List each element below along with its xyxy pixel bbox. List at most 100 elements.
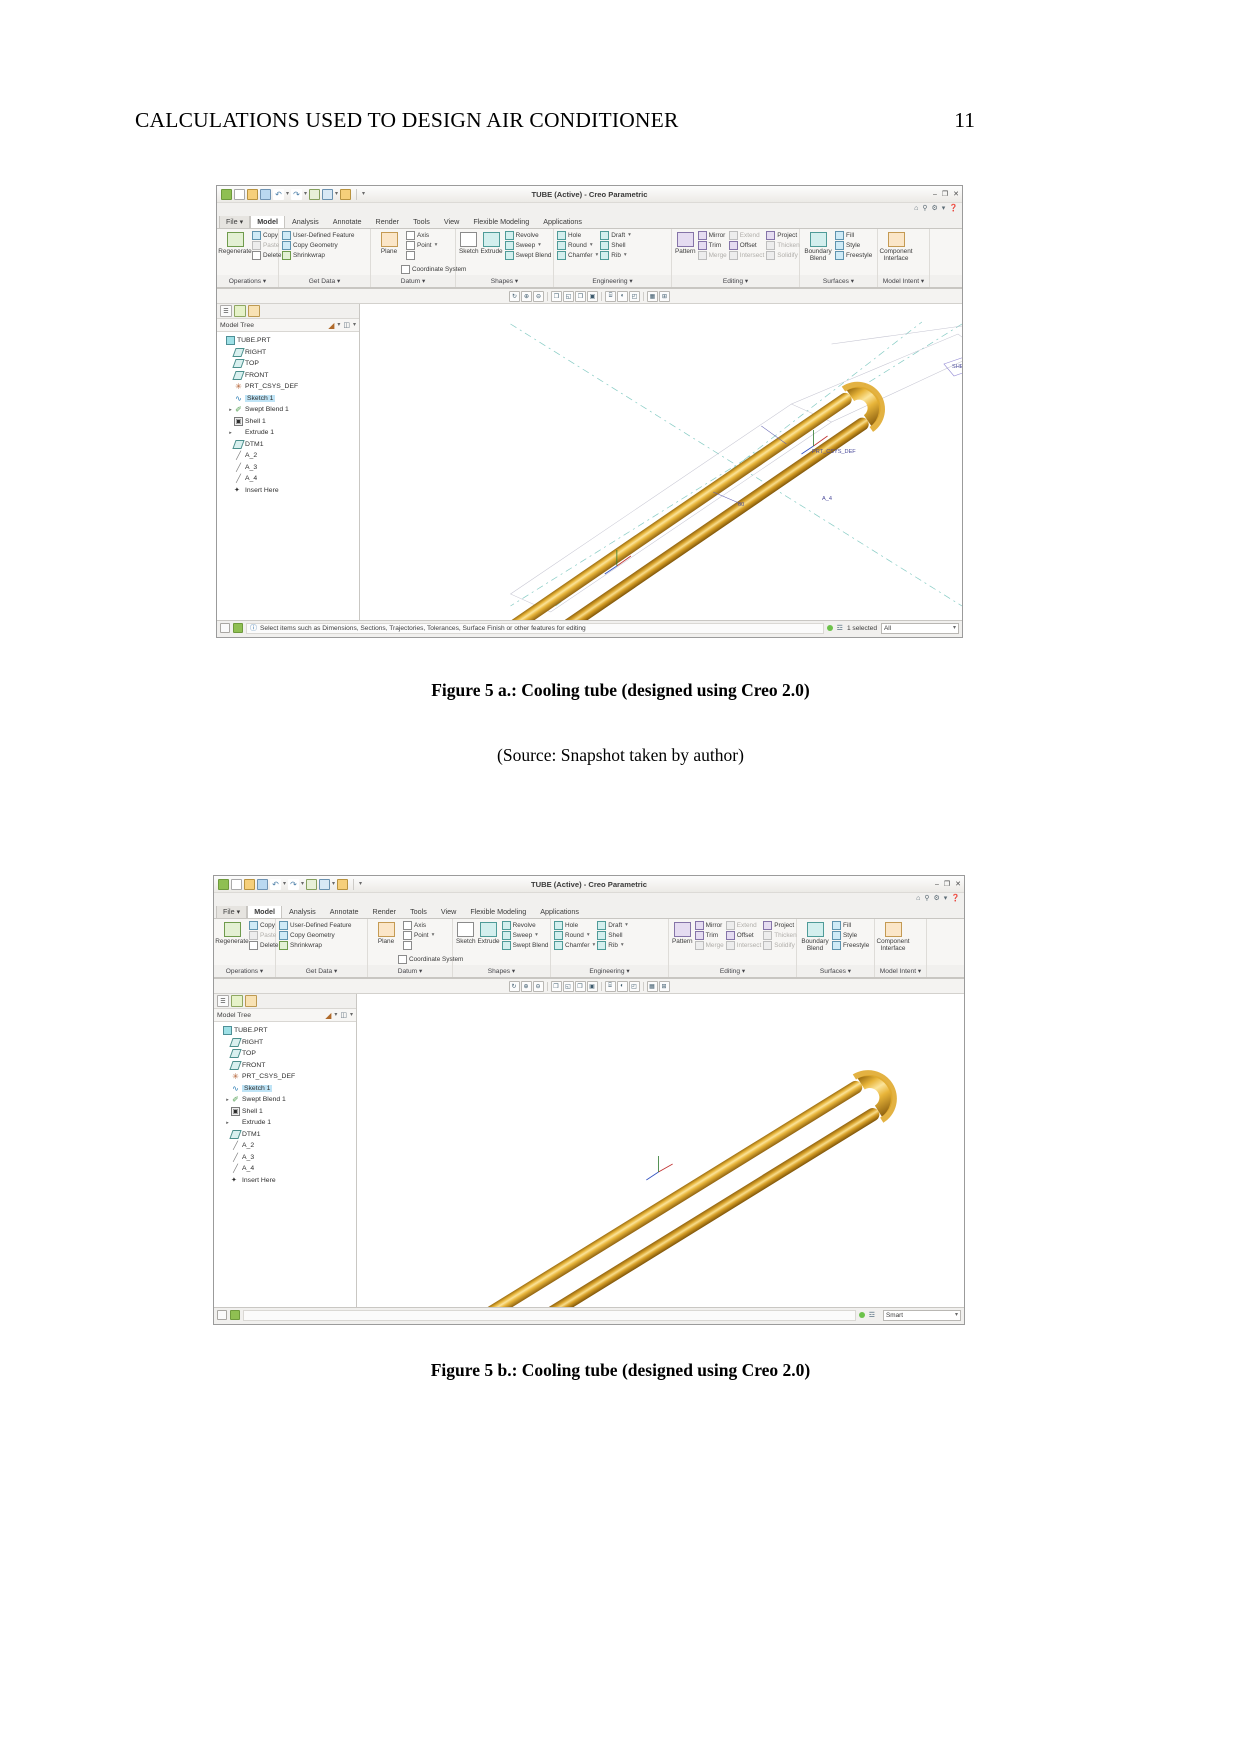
close-icon[interactable]: ✕	[953, 190, 959, 198]
chevron-down-icon[interactable]: ▾	[621, 941, 624, 950]
project-button[interactable]: Project	[763, 921, 796, 930]
chevron-down-icon[interactable]: ▾	[942, 204, 946, 212]
ribbon-group-label[interactable]: Editing ▾	[669, 965, 797, 977]
tab-tools[interactable]: Tools	[403, 904, 434, 918]
undo-chevron-down-icon[interactable]: ▾	[283, 881, 286, 887]
zoom-out-icon[interactable]: ⊖	[532, 980, 544, 992]
copy-geometry-button[interactable]: Copy Geometry	[282, 241, 354, 250]
restore-icon[interactable]: ❐	[942, 190, 948, 198]
tab-flexible-modeling[interactable]: Flexible Modeling	[463, 904, 533, 918]
help-icon[interactable]: ❓	[949, 204, 958, 212]
help-icon[interactable]: ❓	[951, 894, 960, 902]
model-tree-icon[interactable]: ☰	[217, 995, 229, 1007]
layer-display-icon[interactable]: ❐	[574, 980, 586, 992]
swept-blend-button[interactable]: Swept Blend	[501, 941, 548, 950]
saved-views-icon[interactable]: ▣	[586, 980, 598, 992]
tree-node[interactable]: ▸ ✐ Swept Blend 1	[219, 404, 357, 416]
chevron-down-icon[interactable]: ▾	[953, 625, 956, 631]
tab-analysis[interactable]: Analysis	[282, 904, 323, 918]
tree-node[interactable]: ✦ Insert Here	[216, 1175, 354, 1187]
redo-icon[interactable]: ↷	[291, 188, 303, 200]
tab-annotate[interactable]: Annotate	[323, 904, 366, 918]
shrinkwrap-button[interactable]: Shrinkwrap	[279, 941, 351, 950]
customize-icon[interactable]: ▾	[362, 191, 365, 197]
rib-button[interactable]: Rib ▾	[600, 251, 631, 260]
redo-icon[interactable]: ↷	[288, 878, 300, 890]
tree-node[interactable]: ▸ ✐ Swept Blend 1	[216, 1094, 354, 1106]
view-manager-icon[interactable]: ⌸	[604, 980, 616, 992]
tree-node[interactable]: ∿ Sketch 1	[216, 1083, 354, 1095]
creo-window-figure-a[interactable]: ↶ ▾ ↷ ▾ ▾ ▾ TUBE (Active) - Creo Paramet…	[216, 185, 963, 638]
quick-access-toolbar[interactable]: ↶ ▾ ↷ ▾ ▾ ▾	[214, 878, 362, 890]
component-interface-button[interactable]: Component Interface	[876, 921, 910, 952]
saved-views-icon[interactable]: ▣	[587, 290, 598, 302]
round-button[interactable]: Round ▾	[554, 931, 595, 940]
coordinate-system-button[interactable]	[403, 941, 434, 950]
sweep-button[interactable]: Sweep ▾	[504, 241, 552, 250]
filter-chevron-down-icon[interactable]: ▾	[337, 322, 340, 328]
view-manager-icon[interactable]: ⌸	[605, 290, 616, 302]
zoom-out-icon[interactable]: ⊖	[533, 290, 544, 302]
component-interface-button[interactable]: Component Interface	[879, 231, 913, 262]
tree-node[interactable]: ✦ Insert Here	[219, 485, 357, 497]
status-regen-icon[interactable]	[233, 623, 243, 633]
ribbon-group-label[interactable]: Datum ▾	[371, 275, 456, 287]
ribbon-tabs[interactable]: File ▾ Model Analysis Annotate Render Tools Vi…	[214, 904, 964, 919]
trim-button[interactable]: Trim	[694, 931, 724, 940]
zoom-in-icon[interactable]: ⊕	[521, 290, 532, 302]
window-controls[interactable]: – ❐ ✕	[935, 880, 961, 889]
tree-node[interactable]: RIGHT	[216, 1037, 354, 1049]
window-controls[interactable]: – ❐ ✕	[933, 190, 959, 199]
ribbon-group-label[interactable]: Operations ▾	[217, 275, 279, 287]
ribbon-group-label[interactable]: Model Intent ▾	[878, 275, 930, 287]
status-right[interactable]: ☲ Smart ▾	[858, 1309, 961, 1321]
ribbon[interactable]: RegenerateCopyPaste▾Delete▾User-Defined …	[214, 919, 964, 979]
chevron-down-icon[interactable]: ▾	[944, 894, 948, 902]
chevron-down-icon[interactable]: ▾	[596, 251, 599, 260]
tree-node[interactable]: ╱ A_4	[216, 1163, 354, 1175]
expand-chevron-icon[interactable]: ▸	[224, 1097, 231, 1103]
copy-geometry-button[interactable]: Copy Geometry	[279, 931, 351, 940]
perspective-icon[interactable]: ◰	[629, 290, 640, 302]
tree-node[interactable]: FRONT	[219, 370, 357, 382]
revolve-button[interactable]: Revolve	[501, 921, 549, 930]
model-tree-list[interactable]: TUBE.PRT RIGHT TOP FRONT ✳ PRT_CSYS_DEF ∿ Sketc…	[214, 1022, 356, 1307]
datum-point-button[interactable]: Point ▾	[403, 931, 434, 940]
mirror-button[interactable]: Mirror	[694, 921, 724, 930]
restore-icon[interactable]: ❐	[944, 880, 950, 888]
favorites-icon[interactable]	[248, 305, 260, 317]
status-regen-icon[interactable]	[230, 1310, 240, 1320]
fill-button[interactable]: Fill	[832, 921, 869, 930]
close-window-icon[interactable]	[340, 188, 352, 200]
style-button[interactable]: Style	[832, 931, 869, 940]
tab-model[interactable]: Model	[247, 904, 282, 918]
tab-render[interactable]: Render	[366, 904, 404, 918]
tree-tab-strip[interactable]: ☰	[214, 994, 356, 1009]
tree-node[interactable]: ✳ PRT_CSYS_DEF	[219, 381, 357, 393]
boundary-blend-button[interactable]: Boundary Blend	[803, 231, 833, 262]
datum-point-button[interactable]: Point ▾	[406, 241, 437, 250]
hole-button[interactable]: Hole	[554, 921, 595, 930]
pattern-button[interactable]: Pattern	[675, 231, 696, 255]
ribbon-group-label[interactable]: Model Intent ▾	[875, 965, 927, 977]
refit-icon[interactable]: ❐	[550, 980, 562, 992]
model-tree-pane[interactable]: ☰ Model Tree ◢ ▾ ◫ ▾ TUBE.PRT RIGHT TOP FRO…	[214, 994, 357, 1307]
annotation-display-icon[interactable]: ⊞	[659, 290, 670, 302]
chevron-down-icon[interactable]: ▾	[590, 241, 593, 250]
new-icon[interactable]	[231, 878, 242, 890]
fill-button[interactable]: Fill	[835, 231, 872, 240]
ribbon[interactable]: RegenerateCopyPaste▾Delete▾User-Defined …	[217, 229, 962, 289]
style-button[interactable]: Style	[835, 241, 872, 250]
hole-button[interactable]: Hole	[557, 231, 598, 240]
tab-applications[interactable]: Applications	[533, 904, 586, 918]
tab-flexible-modeling[interactable]: Flexible Modeling	[466, 214, 536, 228]
tab-tools[interactable]: Tools	[406, 214, 437, 228]
graphics-viewport-a[interactable]: SHELL PRT_CSYS_DEF 60 A_4	[360, 304, 962, 620]
graphics-toolbar[interactable]: ↻ ⊕ ⊖ ❐ ◱ ❐ ▣ ⌸ ◐ ◰ ▦ ⊞	[217, 289, 962, 304]
offset-button[interactable]: Offset	[725, 931, 762, 940]
window-icon[interactable]	[319, 878, 331, 890]
tree-node[interactable]: TUBE.PRT	[216, 1025, 354, 1037]
chevron-down-icon[interactable]: ▾	[535, 931, 538, 940]
refit-icon[interactable]: ❐	[551, 290, 562, 302]
undo-icon[interactable]: ↶	[273, 188, 284, 200]
